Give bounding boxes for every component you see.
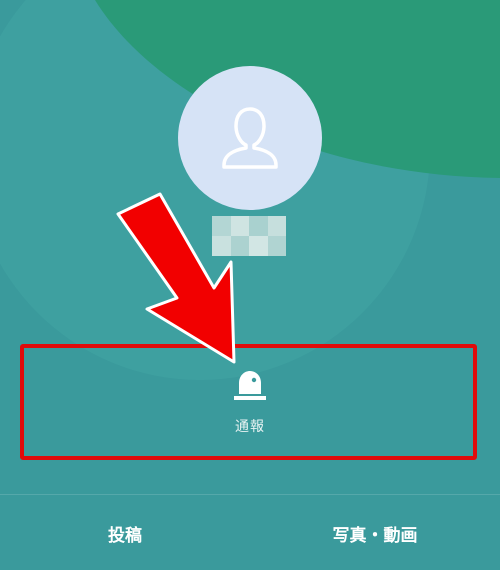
tab-posts[interactable]: 投稿 — [40, 505, 210, 561]
report-button[interactable]: 通報 — [200, 368, 300, 448]
siren-icon — [234, 371, 266, 400]
profile-name-masked — [212, 216, 286, 256]
tab-photos-videos[interactable]: 写真・動画 — [290, 505, 460, 561]
avatar[interactable] — [178, 66, 322, 210]
person-outline-icon — [222, 107, 278, 169]
report-label: 通報 — [235, 419, 265, 435]
tab-divider — [0, 494, 500, 495]
profile-screen: 通報 投稿 写真・動画 — [0, 0, 500, 570]
